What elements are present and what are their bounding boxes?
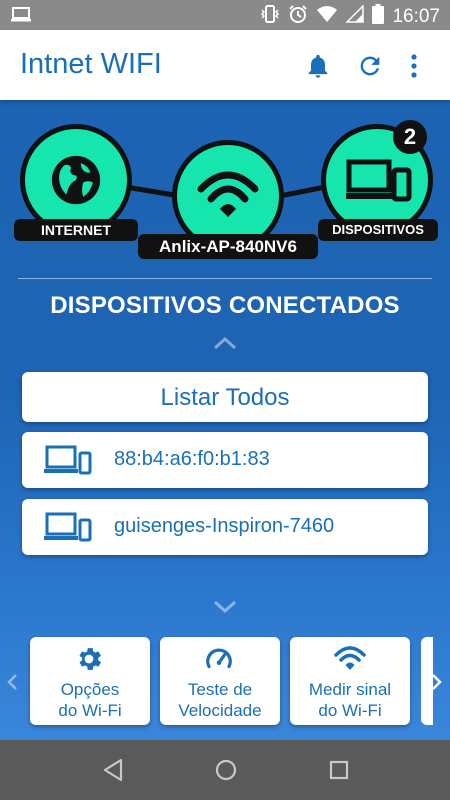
app-bar: Intnet WIFI <box>0 30 450 100</box>
main-content: INTERNET Anlix-AP-840NV6 2 DISPOSITIVOS … <box>0 100 450 740</box>
status-bar: 16:07 <box>0 0 450 30</box>
speed-test-button[interactable]: Teste de Velocidade <box>160 637 280 725</box>
chevron-up-icon[interactable] <box>213 336 237 355</box>
speedometer-icon <box>204 644 234 679</box>
network-topology: INTERNET Anlix-AP-840NV6 2 DISPOSITIVOS <box>0 100 450 270</box>
signal-icon <box>345 4 365 28</box>
refresh-icon[interactable] <box>356 52 384 80</box>
alarm-icon <box>288 4 308 29</box>
wifi-icon <box>334 644 366 677</box>
chevron-left-icon[interactable] <box>6 673 18 696</box>
back-icon[interactable] <box>102 758 124 787</box>
battery-icon <box>372 4 385 29</box>
measure-signal-label-2: do Wi-Fi <box>318 701 382 720</box>
status-time: 16:07 <box>392 5 440 27</box>
list-all-label: Listar Todos <box>160 384 290 411</box>
wifi-icon <box>316 5 338 28</box>
chevron-right-icon[interactable] <box>431 673 443 696</box>
device-name: 88:b4:a6:f0:b1:83 <box>114 448 270 470</box>
wifi-options-button[interactable]: Opções do Wi-Fi <box>30 637 150 725</box>
home-icon[interactable] <box>214 758 238 787</box>
app-title: Intnet WIFI <box>20 48 162 80</box>
speed-test-label-1: Teste de <box>187 680 253 699</box>
internet-label: INTERNET <box>14 219 138 241</box>
laptop-icon <box>10 6 32 29</box>
measure-signal-label-1: Medir sinal <box>308 680 392 699</box>
devices-icon <box>44 444 92 481</box>
recents-icon[interactable] <box>328 758 350 787</box>
router-label: Anlix-AP-840NV6 <box>138 234 318 259</box>
device-item[interactable]: 88:b4:a6:f0:b1:83 <box>22 432 428 488</box>
vibrate-icon <box>260 4 280 29</box>
measure-signal-button[interactable]: Medir sinal do Wi-Fi <box>290 637 410 725</box>
more-vert-icon[interactable] <box>408 52 436 80</box>
device-name: guisenges-Inspiron-7460 <box>114 515 335 537</box>
divider <box>18 278 432 279</box>
wifi-options-label-1: Opções <box>60 680 120 699</box>
action-carousel: Opções do Wi-Fi Teste de Velocidade Medi… <box>0 637 450 733</box>
globe-icon <box>47 151 105 214</box>
chevron-down-icon[interactable] <box>213 600 237 619</box>
devices-label: DISPOSITIVOS <box>318 219 438 241</box>
devices-icon <box>346 159 412 208</box>
section-title: DISPOSITIVOS CONECTADOS <box>50 292 400 319</box>
devices-count-badge: 2 <box>393 120 427 154</box>
list-all-button[interactable]: Listar Todos <box>22 372 428 422</box>
speed-test-label-2: Velocidade <box>178 701 262 720</box>
gear-icon <box>74 644 104 679</box>
device-item[interactable]: guisenges-Inspiron-7460 <box>22 499 428 555</box>
devices-icon <box>44 511 92 548</box>
wifi-options-label-2: do Wi-Fi <box>58 701 122 720</box>
bell-icon[interactable] <box>304 52 332 80</box>
wifi-icon <box>197 167 259 228</box>
system-nav-bar <box>0 740 450 800</box>
